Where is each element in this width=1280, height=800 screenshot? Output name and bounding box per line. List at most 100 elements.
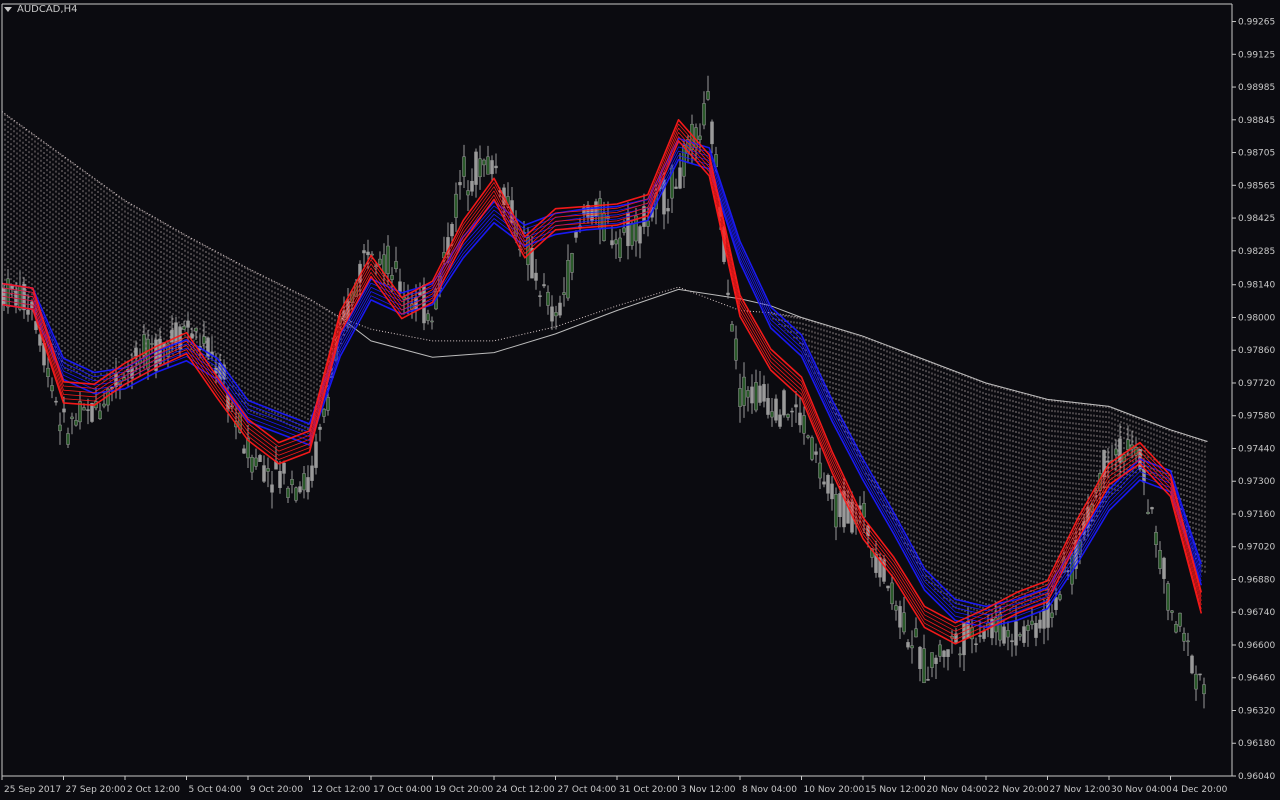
candle-body: [934, 657, 938, 664]
candle-body: [1050, 612, 1054, 618]
y-tick-label: 0.96320: [1238, 706, 1275, 716]
candle-body: [290, 479, 294, 486]
candle-body: [538, 295, 542, 297]
candle-body: [886, 585, 890, 589]
candle-body: [726, 292, 730, 295]
candle-body: [1162, 557, 1166, 579]
candle-body: [742, 376, 746, 406]
y-tick-label: 0.97580: [1238, 412, 1275, 422]
candle-body: [462, 156, 466, 177]
candle-body: [1042, 608, 1046, 629]
candle-body: [550, 306, 554, 322]
candle-body: [914, 628, 918, 638]
candle-body: [1114, 448, 1118, 456]
candle-body: [638, 226, 642, 244]
candle-body: [394, 261, 398, 270]
candle-body: [454, 193, 458, 218]
candle-body: [942, 650, 946, 657]
long-ma-line: [339, 288, 1208, 442]
candle-body: [26, 309, 30, 315]
candle-body: [802, 415, 806, 434]
candle-body: [790, 410, 794, 413]
candle-body: [630, 223, 634, 246]
candle-body: [1026, 624, 1030, 631]
y-tick-label: 0.97440: [1238, 444, 1275, 454]
candle-body: [946, 649, 950, 657]
x-tick-label: 5 Oct 04:00: [189, 785, 242, 795]
candle-body: [50, 385, 54, 392]
candle-body: [546, 291, 550, 306]
candle-body: [926, 679, 930, 681]
candle-body: [1142, 468, 1146, 483]
chart-window[interactable]: 0.99265 0.99125 0.98985 0.98845 0.98705 0.985…: [0, 0, 1280, 800]
y-tick-label: 0.96740: [1238, 608, 1275, 618]
candle-body: [558, 302, 562, 316]
candle-body: [1174, 624, 1178, 633]
y-tick-label: 0.98000: [1238, 313, 1275, 323]
candle-body: [754, 382, 758, 411]
candle-body: [838, 493, 842, 518]
candle-body: [318, 426, 322, 430]
candle-body: [918, 646, 922, 669]
candle-body: [98, 410, 102, 420]
candle-body: [786, 414, 790, 418]
x-tick-label: 31 Oct 20:00: [619, 785, 678, 795]
candle-body: [698, 135, 702, 140]
candle-body: [378, 258, 382, 265]
y-tick-label: 0.96040: [1238, 772, 1275, 782]
candle-body: [710, 121, 714, 145]
candle-body: [750, 386, 754, 404]
candle-body: [102, 403, 106, 407]
candle-body: [1038, 619, 1042, 629]
candle-body: [18, 285, 22, 310]
candle-body: [66, 433, 70, 445]
candle-body: [86, 409, 90, 411]
candle-body: [426, 313, 430, 321]
candle-body: [622, 227, 626, 233]
candle-body: [570, 253, 574, 273]
candle-body: [450, 224, 454, 237]
candle-body: [306, 477, 310, 493]
candle-body: [770, 411, 774, 418]
x-tick-label: 10 Nov 20:00: [804, 785, 865, 795]
candle-body: [1166, 583, 1170, 611]
triangle-down-icon[interactable]: [4, 7, 12, 12]
y-tick-label: 0.99265: [1238, 18, 1275, 28]
candle-body: [938, 644, 942, 657]
candle-body: [978, 635, 982, 637]
chart-plot[interactable]: 0.99265 0.99125 0.98985 0.98845 0.98705 0.985…: [0, 0, 1280, 800]
candle-body: [778, 414, 782, 427]
candle-body: [1022, 626, 1026, 643]
y-tick-label: 0.98285: [1238, 247, 1275, 257]
candle-body: [1146, 511, 1150, 514]
candle-body: [898, 606, 902, 628]
candle-body: [906, 642, 910, 648]
y-tick-label: 0.96180: [1238, 739, 1275, 749]
x-tick-label: 4 Dec 20:00: [1173, 785, 1228, 795]
candle-body: [190, 333, 194, 339]
chart-title-bar[interactable]: AUDCAD,H4: [4, 4, 77, 15]
slow-ribbon-line: [1, 158, 1203, 629]
candle-body: [1034, 623, 1038, 638]
candle-body: [738, 388, 742, 407]
candle-body: [46, 367, 50, 378]
y-tick-label: 0.98705: [1238, 149, 1275, 159]
x-tick-label: 15 Nov 12:00: [865, 785, 926, 795]
candle-body: [1106, 460, 1110, 463]
x-tick-label: 9 Oct 20:00: [250, 785, 303, 795]
x-tick-label: 24 Oct 12:00: [496, 785, 555, 795]
candle-body: [478, 158, 482, 178]
candle-body: [54, 400, 58, 403]
candle-body: [1194, 673, 1198, 690]
candle-body: [182, 326, 186, 330]
candle-body: [398, 281, 402, 292]
x-tick-label: 2 Oct 12:00: [127, 785, 180, 795]
long-ma-layer: [339, 288, 1208, 442]
candle-body: [746, 390, 750, 398]
candles-layer: [2, 75, 1206, 709]
candle-body: [1126, 439, 1130, 450]
x-tick-label: 8 Nov 04:00: [742, 785, 797, 795]
candle-body: [910, 645, 914, 649]
candle-body: [734, 338, 738, 361]
candle-body: [890, 582, 894, 605]
